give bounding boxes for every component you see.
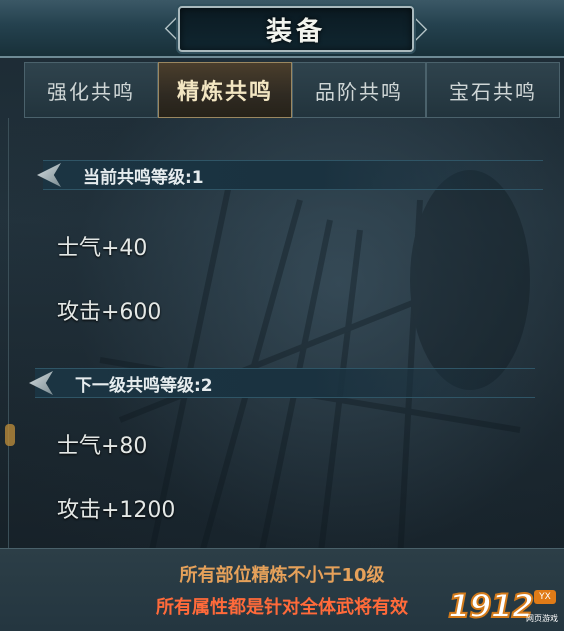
watermark-badge: YX (534, 590, 556, 604)
current-level-label: 当前共鸣等级:1 (83, 167, 204, 188)
equipment-window: 装备 强化共鸣 精炼共鸣 品阶共鸣 宝石共鸣 当前共鸣等级:1 士气+40 攻击… (0, 0, 564, 631)
site-watermark-logo: 1912 YX 网页游戏 (447, 586, 560, 626)
next-level-header: 下一级共鸣等级:2 (29, 368, 535, 398)
next-stat-attack: 攻击+1200 (57, 498, 176, 523)
edge-gem-icon (5, 424, 15, 446)
title-bar: 装备 (0, 0, 564, 58)
current-stat-morale: 士气+40 (57, 236, 148, 261)
watermark-caption: 网页游戏 (526, 614, 558, 623)
tab-grade-resonance[interactable]: 品阶共鸣 (292, 62, 426, 118)
current-level-header: 当前共鸣等级:1 (37, 160, 543, 190)
resonance-panel: 当前共鸣等级:1 士气+40 攻击+600 下一级共鸣等级:2 士气+80 攻击… (5, 118, 564, 548)
tab-enhance-resonance[interactable]: 强化共鸣 (24, 62, 158, 118)
effect-note: 所有属性都是针对全体武将有效 (156, 597, 408, 618)
window-title: 装备 (265, 16, 326, 47)
watermark-number: 1912 (447, 586, 535, 626)
requirement-note: 所有部位精炼不小于10级 (179, 565, 385, 586)
next-stat-morale: 士气+80 (57, 434, 148, 459)
tab-refine-resonance[interactable]: 精炼共鸣 (158, 62, 292, 118)
tab-gem-resonance[interactable]: 宝石共鸣 (426, 62, 560, 118)
current-stat-attack: 攻击+600 (57, 300, 162, 325)
resonance-tabs: 强化共鸣 精炼共鸣 品阶共鸣 宝石共鸣 (24, 62, 560, 118)
next-level-label: 下一级共鸣等级:2 (75, 375, 213, 396)
title-plate: 装备 (178, 6, 414, 52)
